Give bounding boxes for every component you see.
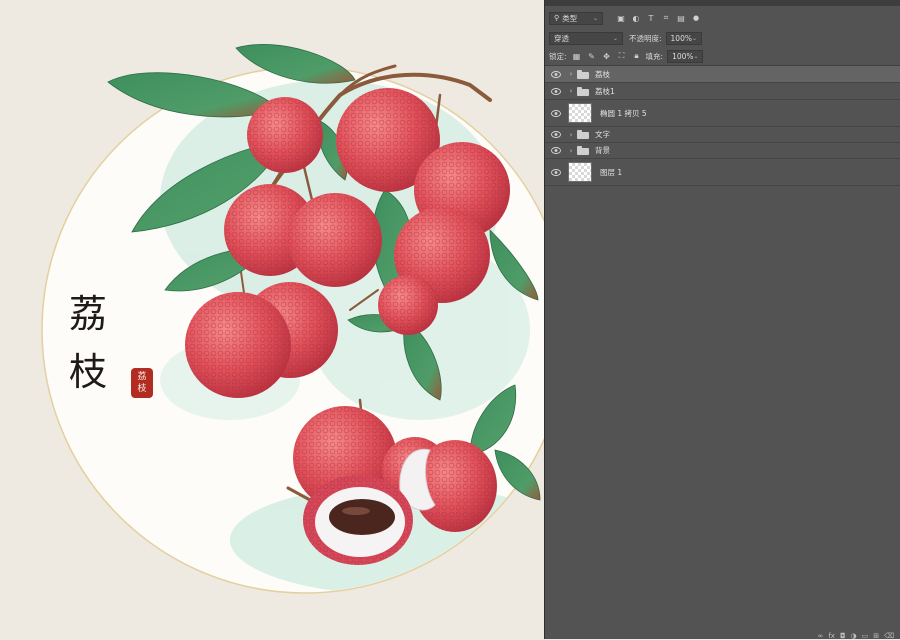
fill-field[interactable]: 100% ⌄	[667, 49, 704, 63]
lock-label: 锁定:	[549, 51, 567, 61]
eye-icon[interactable]	[545, 87, 567, 95]
opacity-field[interactable]: 100% ⌄	[665, 31, 702, 45]
layer-filter-label: 类型	[562, 13, 578, 23]
layer-name: 图层 1	[600, 167, 623, 177]
layer-name: 荔枝1	[595, 86, 615, 96]
chevron-down-icon: ⌄	[612, 34, 618, 42]
layer-name: 荔枝	[595, 69, 610, 79]
red-seal-stamp: 荔 枝	[131, 368, 153, 398]
text-filter-icon[interactable]: T	[645, 12, 657, 24]
seal-char-1: 荔	[137, 372, 147, 382]
blend-mode-row: 穿透 ⌄ 不透明度: 100% ⌄	[545, 29, 900, 47]
eye-icon[interactable]	[545, 147, 567, 154]
filter-toggle-icon[interactable]: ●	[690, 12, 702, 24]
layer-name: 椭圆 1 拷贝 5	[600, 108, 647, 118]
blend-mode-dropdown[interactable]: 穿透 ⌄	[549, 31, 623, 45]
blend-mode-value: 穿透	[554, 33, 569, 43]
layer-row-text-group[interactable]: › 文字	[545, 127, 900, 143]
layer-name: 文字	[595, 130, 610, 139]
chevron-right-icon[interactable]: ›	[567, 70, 575, 78]
title-char-1: 荔	[68, 292, 107, 336]
layer-filter-dropdown[interactable]: ⚲ 类型 ⌄	[549, 11, 603, 25]
document-canvas[interactable]: 荔 枝 荔 枝	[0, 0, 544, 639]
opacity-value: 100%	[670, 33, 692, 43]
chevron-right-icon[interactable]: ›	[567, 131, 575, 139]
layers-panel: ⚲ 类型 ⌄ ▣ ◐ T ⌗ ▤ ● 穿透 ⌄ 不透明度: 100% ⌄ 锁定:…	[544, 0, 900, 640]
lock-transparent-pixels-icon[interactable]: ▦	[571, 50, 583, 62]
layer-row-layer1[interactable]: 图层 1	[545, 159, 900, 186]
folder-icon	[577, 86, 589, 96]
layer-row-lychee1-group[interactable]: › 荔枝1	[545, 83, 900, 100]
layer-row-background-group[interactable]: › 背景	[545, 143, 900, 159]
lock-all-icon[interactable]: 🔒︎	[631, 50, 643, 62]
panel-top-strip	[545, 0, 900, 6]
search-icon: ⚲	[554, 14, 560, 22]
chevron-right-icon[interactable]: ›	[567, 147, 575, 155]
eye-icon[interactable]	[545, 168, 567, 176]
seal-char-2: 枝	[137, 384, 147, 394]
shape-filter-icon[interactable]: ⌗	[660, 12, 672, 24]
eye-icon[interactable]	[545, 109, 567, 117]
lock-image-pixels-icon[interactable]: ✎	[586, 50, 598, 62]
chevron-down-icon: ⌄	[592, 14, 598, 22]
lock-artboard-icon[interactable]: ⛶	[616, 50, 628, 62]
chevron-down-icon: ⌄	[693, 52, 699, 60]
layer-row-ellipse-copy[interactable]: 椭圆 1 拷贝 5	[545, 100, 900, 127]
chevron-down-icon: ⌄	[691, 34, 698, 42]
opacity-label: 不透明度:	[629, 33, 662, 43]
folder-icon	[577, 146, 589, 155]
folder-icon	[577, 69, 589, 79]
eye-icon[interactable]	[545, 131, 567, 138]
image-filter-icon[interactable]: ▣	[615, 12, 627, 24]
folder-icon	[577, 130, 589, 139]
layer-thumbnail	[568, 103, 592, 123]
lock-position-icon[interactable]: ✥	[601, 50, 613, 62]
eye-icon[interactable]	[545, 70, 567, 78]
chevron-right-icon[interactable]: ›	[567, 87, 575, 95]
fill-label: 填充:	[645, 51, 664, 61]
layer-name: 背景	[595, 146, 610, 155]
title-char-2: 枝	[68, 350, 107, 394]
title-calligraphy: 荔 枝	[66, 285, 110, 401]
fill-value: 100%	[672, 51, 694, 61]
layer-thumbnail	[568, 162, 592, 182]
adjustment-filter-icon[interactable]: ◐	[630, 12, 642, 24]
smart-object-filter-icon[interactable]: ▤	[675, 12, 687, 24]
layer-filter-row: ⚲ 类型 ⌄ ▣ ◐ T ⌗ ▤ ●	[545, 9, 900, 27]
layer-row-lychee-group[interactable]: › 荔枝	[545, 66, 900, 83]
lock-row: 锁定: ▦ ✎ ✥ ⛶ 🔒︎ 填充: 100% ⌄	[545, 48, 900, 64]
